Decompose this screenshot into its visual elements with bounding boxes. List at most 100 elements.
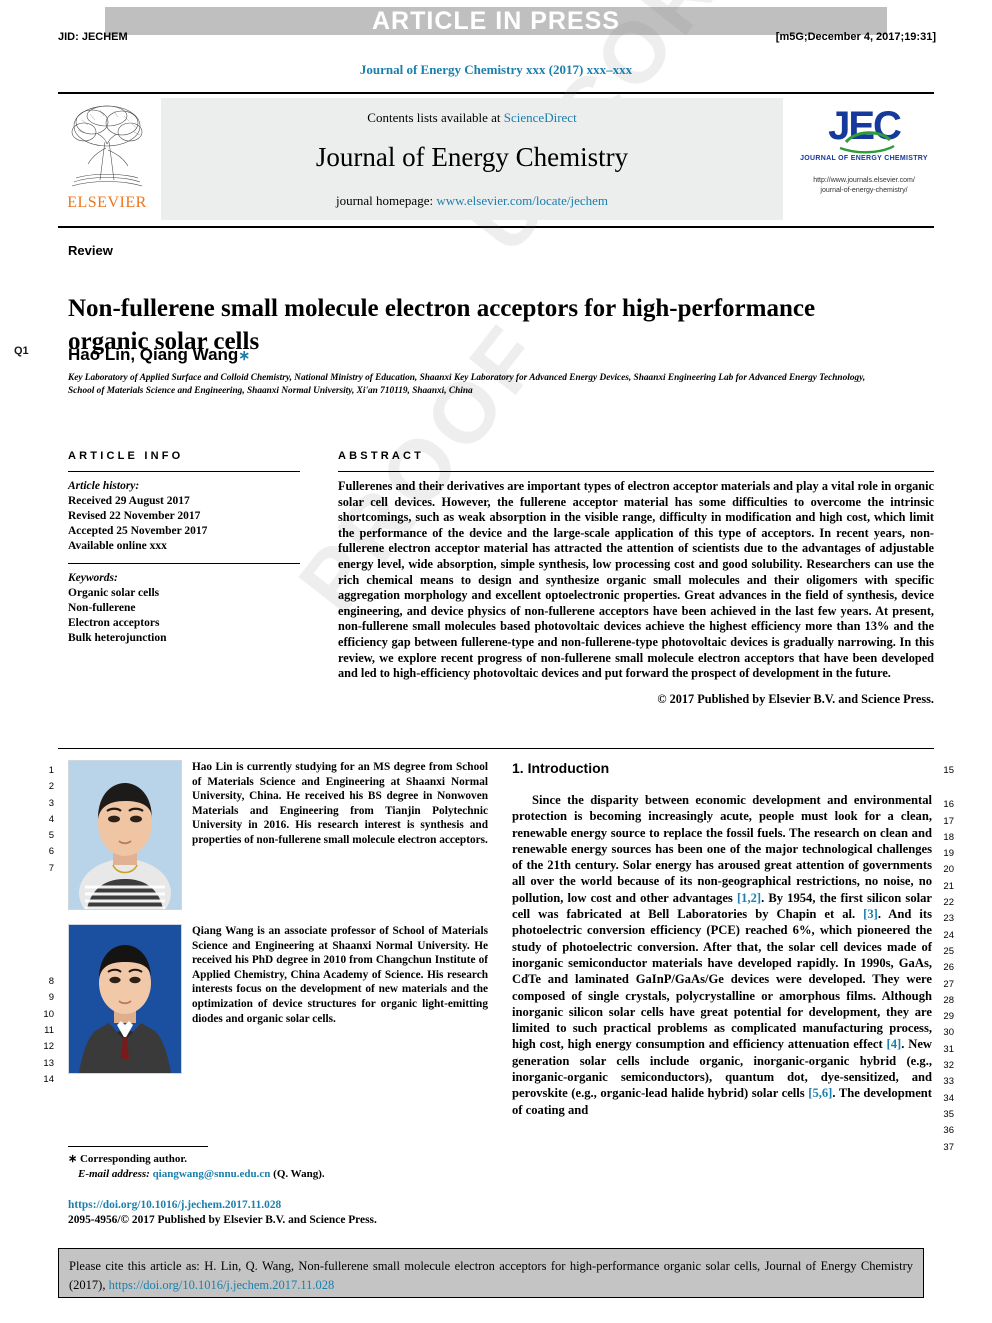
- query-marker-q1: Q1: [14, 345, 29, 357]
- biography-name: Hao Lin: [192, 761, 233, 773]
- line-number: 25: [943, 945, 954, 957]
- abstract-rule: [338, 471, 934, 472]
- line-number: 34: [943, 1092, 954, 1104]
- keyword-item: Electron acceptors: [68, 617, 160, 629]
- line-number: 28: [943, 994, 954, 1006]
- line-number: 8: [48, 976, 54, 988]
- article-info-rule: [68, 471, 300, 472]
- line-number: 9: [48, 992, 54, 1004]
- biography-text: Hao Lin is currently studying for an MS …: [192, 760, 488, 848]
- line-number: 1: [48, 765, 54, 776]
- elsevier-wordmark: ELSEVIER: [67, 194, 147, 211]
- line-number: 27: [943, 978, 954, 990]
- contents-available-line: Contents lists available at ScienceDirec…: [161, 110, 783, 126]
- line-number: 26: [943, 962, 954, 974]
- line-number: 37: [943, 1141, 954, 1153]
- line-number: 15: [943, 765, 954, 776]
- line-number: 24: [943, 929, 954, 941]
- line-number: 14: [43, 1073, 54, 1085]
- citation-box: Please cite this article as: H. Lin, Q. …: [58, 1248, 924, 1298]
- line-number: 30: [943, 1027, 954, 1039]
- jec-journal-logo: JEC JOURNAL OF ENERGY CHEMISTRY http://w…: [794, 98, 934, 220]
- author-biographies: Hao Lin is currently studying for an MS …: [68, 760, 488, 1088]
- citation-ref[interactable]: [4]: [887, 1037, 902, 1051]
- article-type-label: Review: [68, 243, 113, 258]
- line-number: 2: [48, 781, 54, 793]
- citation-text: Please cite this article as: H. Lin, Q. …: [69, 1257, 913, 1295]
- jec-subtitle: JOURNAL OF ENERGY CHEMISTRY: [800, 155, 928, 162]
- abstract-bottom-rule: [58, 748, 934, 749]
- email-suffix: (Q. Wang).: [270, 1168, 325, 1180]
- line-numbers-right: 15 16 17 18 19 20 21 22 23 24 25 26 27 2…: [934, 763, 954, 1156]
- biography-entry: Hao Lin is currently studying for an MS …: [68, 760, 488, 910]
- line-number: 3: [48, 797, 54, 809]
- author-photo-1: [69, 761, 181, 909]
- line-number: 19: [943, 848, 954, 860]
- line-number: 20: [943, 864, 954, 876]
- elsevier-tree-icon: [62, 100, 152, 192]
- jec-url: http://www.journals.elsevier.com/ journa…: [794, 176, 934, 196]
- article-info-heading: ARTICLE INFO: [68, 450, 184, 462]
- doi-block: https://doi.org/10.1016/j.jechem.2017.11…: [68, 1198, 528, 1227]
- citation-ref[interactable]: [3]: [863, 907, 878, 921]
- journal-homepage-link[interactable]: www.elsevier.com/locate/jechem: [436, 193, 608, 208]
- doi-link[interactable]: https://doi.org/10.1016/j.jechem.2017.11…: [68, 1198, 528, 1213]
- section-heading-introduction: 1. Introduction: [512, 760, 610, 776]
- jec-url-line-1: http://www.journals.elsevier.com/: [813, 177, 915, 184]
- author-list: Hao Lin, Qiang Wang∗: [68, 345, 250, 365]
- email-note: E-mail address: qiangwang@snnu.edu.cn (Q…: [68, 1167, 488, 1182]
- email-link[interactable]: qiangwang@snnu.edu.cn: [153, 1168, 271, 1180]
- citation-ref[interactable]: [1,2]: [737, 891, 761, 905]
- article-history-label: Article history:: [68, 480, 140, 492]
- line-number: 21: [943, 880, 954, 892]
- line-number: 22: [943, 897, 954, 909]
- sciencedirect-link[interactable]: ScienceDirect: [504, 110, 577, 125]
- citation-doi-link[interactable]: https://doi.org/10.1016/j.jechem.2017.11…: [109, 1278, 335, 1292]
- tree-svg: [71, 105, 143, 187]
- author-names: Hao Lin, Qiang Wang: [68, 345, 239, 364]
- line-number: 18: [943, 831, 954, 843]
- abstract-body: Fullerenes and their derivatives are imp…: [338, 479, 934, 681]
- intro-part: . And its photoelectric conversion effic…: [512, 907, 933, 1052]
- line-number: 11: [44, 1024, 54, 1036]
- affiliation-text: Key Laboratory of Applied Surface and Co…: [68, 373, 866, 396]
- corresponding-author-text: Corresponding author.: [77, 1153, 187, 1165]
- masthead-center-panel: Contents lists available at ScienceDirec…: [161, 98, 783, 220]
- build-stamp-label: [m5G;December 4, 2017;19:31]: [775, 31, 936, 43]
- biography-entry: Qiang Wang is an associate professor of …: [68, 924, 488, 1074]
- keyword-item: Organic solar cells: [68, 587, 160, 599]
- line-number: 36: [943, 1125, 954, 1137]
- introduction-column: 1. Introduction Since the disparity betw…: [512, 760, 932, 1118]
- line-numbers-left: 1 2 3 4 5 6 7 8 9 10 11 12 13 14: [34, 763, 54, 1088]
- line-number: 13: [43, 1057, 54, 1069]
- footnote-rule: [68, 1146, 208, 1147]
- header-rule: [58, 92, 934, 94]
- journal-id-label: JID: JECHEM: [58, 31, 128, 43]
- elsevier-logo: ELSEVIER: [58, 98, 156, 220]
- line-number: 17: [943, 815, 954, 827]
- biography-body: is an associate professor of School of M…: [192, 925, 488, 1025]
- corresponding-author-marker: ∗: [238, 347, 251, 363]
- jec-url-line-2: journal-of-energy-chemistry/: [820, 187, 908, 194]
- line-number: 29: [943, 1011, 954, 1023]
- line-number: 33: [943, 1076, 954, 1088]
- author-photo-2: [69, 925, 181, 1073]
- line-number: 23: [943, 913, 954, 925]
- citation-ref[interactable]: [5,6]: [808, 1086, 832, 1100]
- line-number: 10: [43, 1008, 54, 1020]
- history-item: Received 29 August 2017: [68, 495, 190, 507]
- article-page: UNCORRECTED PROOF ARTICLE IN PRESS JID: …: [0, 0, 992, 1323]
- email-label: E-mail address:: [78, 1168, 150, 1180]
- biography-name: Qiang Wang: [192, 925, 254, 937]
- abstract-heading: ABSTRACT: [338, 450, 425, 462]
- line-number: 5: [48, 830, 54, 842]
- issn-copyright-line: 2095-4956/© 2017 Published by Elsevier B…: [68, 1213, 377, 1226]
- biography-text: Qiang Wang is an associate professor of …: [192, 924, 488, 1026]
- contents-prefix: Contents lists available at: [367, 110, 504, 125]
- line-number: 4: [48, 813, 54, 825]
- footnote-block: ∗ Corresponding author. E-mail address: …: [68, 1152, 488, 1182]
- article-info-column: ARTICLE INFO Article history: Received 2…: [68, 450, 300, 646]
- line-number: 35: [943, 1108, 954, 1120]
- journal-homepage-line: journal homepage: www.elsevier.com/locat…: [161, 193, 783, 209]
- avatar: [68, 760, 182, 910]
